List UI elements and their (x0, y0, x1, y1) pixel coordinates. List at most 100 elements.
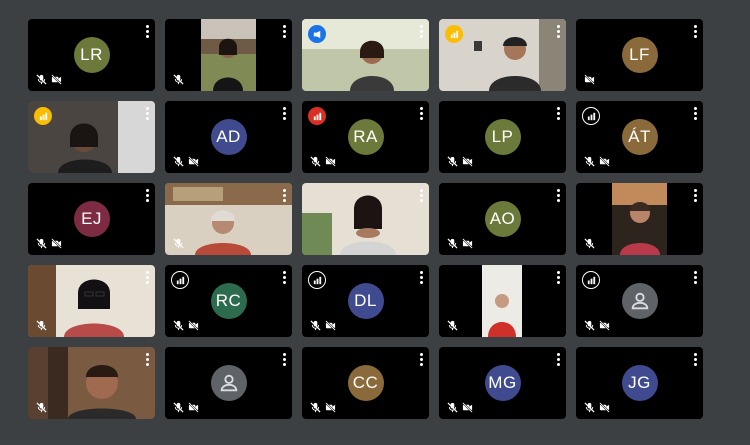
participant-tile[interactable] (576, 265, 703, 337)
mic-off-icon (173, 156, 184, 167)
participant-tile[interactable] (439, 19, 566, 91)
mic-off-icon (584, 238, 595, 249)
more-options-icon[interactable] (420, 107, 423, 120)
mic-off-icon (36, 320, 47, 331)
participant-video (482, 265, 522, 337)
media-status (447, 156, 473, 167)
media-status (173, 156, 199, 167)
participant-video (28, 265, 155, 337)
more-options-icon[interactable] (694, 189, 697, 202)
participant-video (28, 347, 155, 419)
mic-off-icon (173, 402, 184, 413)
participant-tile[interactable] (165, 183, 292, 255)
media-status (310, 402, 336, 413)
media-status (310, 320, 336, 331)
more-options-icon[interactable] (283, 107, 286, 120)
media-status (584, 402, 610, 413)
participant-avatar: JG (621, 365, 658, 401)
participant-video (612, 183, 667, 255)
camera-off-icon (188, 156, 199, 167)
more-options-icon[interactable] (557, 271, 560, 284)
media-status (36, 238, 62, 249)
more-options-icon[interactable] (557, 107, 560, 120)
audio-level-icon (445, 25, 463, 43)
participant-tile[interactable]: AD (165, 101, 292, 173)
media-status (36, 402, 47, 413)
media-status (36, 74, 62, 85)
media-status (173, 402, 199, 413)
participant-tile[interactable] (165, 19, 292, 91)
more-options-icon[interactable] (557, 353, 560, 366)
media-status (173, 320, 199, 331)
participant-tile[interactable]: LR (28, 19, 155, 91)
mic-off-icon (447, 156, 458, 167)
camera-off-icon (325, 320, 336, 331)
audio-level-icon (171, 271, 189, 289)
more-options-icon[interactable] (146, 189, 149, 202)
participant-tile[interactable]: RA (302, 101, 429, 173)
mic-off-icon (584, 156, 595, 167)
participant-tile[interactable]: DL (302, 265, 429, 337)
participant-video (165, 183, 292, 255)
more-options-icon[interactable] (694, 271, 697, 284)
media-status (584, 238, 595, 249)
more-options-icon[interactable] (283, 25, 286, 38)
camera-off-icon (599, 156, 610, 167)
more-options-icon[interactable] (146, 271, 149, 284)
camera-off-icon (325, 156, 336, 167)
participant-tile[interactable]: LF (576, 19, 703, 91)
more-options-icon[interactable] (694, 353, 697, 366)
participant-grid: LR LF AD RA LP ÁT EJ AO RC DL CC MG JG (28, 19, 703, 419)
media-status (584, 320, 610, 331)
participant-avatar: RA (347, 119, 384, 155)
mic-off-icon (310, 320, 321, 331)
participant-tile[interactable] (302, 183, 429, 255)
participant-tile[interactable] (28, 347, 155, 419)
audio-level-icon (582, 107, 600, 125)
mic-off-icon (447, 238, 458, 249)
more-options-icon[interactable] (420, 25, 423, 38)
more-options-icon[interactable] (146, 107, 149, 120)
more-options-icon[interactable] (420, 271, 423, 284)
more-options-icon[interactable] (146, 353, 149, 366)
more-options-icon[interactable] (146, 25, 149, 38)
participant-tile[interactable]: CC (302, 347, 429, 419)
more-options-icon[interactable] (557, 189, 560, 202)
participant-tile[interactable]: JG (576, 347, 703, 419)
more-options-icon[interactable] (420, 189, 423, 202)
participant-tile[interactable]: AO (439, 183, 566, 255)
presenting-icon (308, 25, 326, 43)
more-options-icon[interactable] (283, 189, 286, 202)
camera-off-icon (599, 320, 610, 331)
participant-tile[interactable] (165, 347, 292, 419)
media-status (584, 74, 595, 85)
participant-tile[interactable]: ÁT (576, 101, 703, 173)
participant-avatar: AO (484, 201, 521, 237)
more-options-icon[interactable] (420, 353, 423, 366)
audio-level-icon (308, 107, 326, 125)
camera-off-icon (51, 74, 62, 85)
camera-off-icon (584, 74, 595, 85)
more-options-icon[interactable] (283, 353, 286, 366)
mic-off-icon (36, 238, 47, 249)
participant-tile[interactable] (576, 183, 703, 255)
participant-tile[interactable] (439, 265, 566, 337)
participant-tile[interactable] (28, 101, 155, 173)
participant-tile[interactable]: EJ (28, 183, 155, 255)
participant-tile[interactable] (302, 19, 429, 91)
participant-avatar: LR (73, 37, 110, 73)
more-options-icon[interactable] (694, 25, 697, 38)
media-status (447, 402, 473, 413)
more-options-icon[interactable] (694, 107, 697, 120)
mic-off-icon (36, 74, 47, 85)
participant-tile[interactable]: MG (439, 347, 566, 419)
camera-off-icon (599, 402, 610, 413)
more-options-icon[interactable] (283, 271, 286, 284)
audio-level-icon (34, 107, 52, 125)
more-options-icon[interactable] (557, 25, 560, 38)
participant-tile[interactable]: LP (439, 101, 566, 173)
camera-off-icon (462, 402, 473, 413)
participant-tile[interactable] (28, 265, 155, 337)
participant-avatar: LF (621, 37, 658, 73)
participant-tile[interactable]: RC (165, 265, 292, 337)
